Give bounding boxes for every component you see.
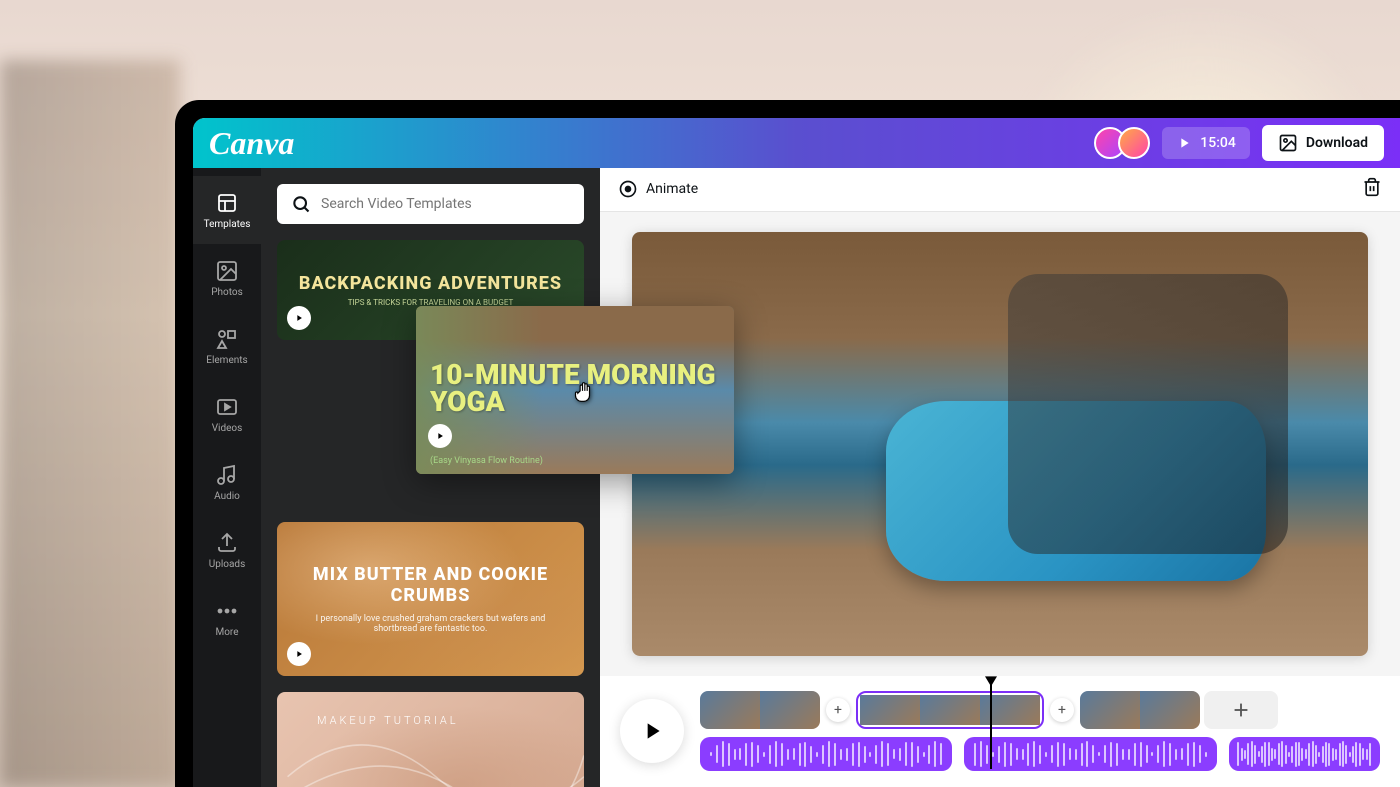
animate-button[interactable]: Animate: [618, 179, 698, 199]
uploads-icon: [215, 531, 239, 555]
delete-button[interactable]: [1362, 177, 1382, 201]
sidebar-item-photos[interactable]: Photos: [193, 244, 261, 312]
audio-track[interactable]: [700, 737, 1380, 771]
sidebar-label: More: [215, 627, 238, 638]
sidebar-item-audio[interactable]: Audio: [193, 448, 261, 516]
add-clip-end-button[interactable]: [1204, 691, 1278, 729]
sidebar-item-more[interactable]: More: [193, 584, 261, 652]
clip-thumbnail[interactable]: [760, 691, 820, 729]
audio-clip[interactable]: [700, 737, 952, 771]
sidebar: Templates Photos Elements Videos Audio Upload…: [193, 168, 261, 787]
grab-cursor-icon: [572, 378, 600, 406]
collaborator-avatars[interactable]: [1094, 127, 1150, 159]
clip-thumbnail[interactable]: [860, 695, 920, 725]
search-box[interactable]: [277, 184, 584, 224]
videos-icon: [215, 395, 239, 419]
brand-logo[interactable]: Canva: [209, 125, 294, 162]
templates-panel: BACKPACKING ADVENTURES TIPS & TRICKS FOR…: [261, 168, 600, 787]
trash-icon: [1362, 177, 1382, 197]
sidebar-item-templates[interactable]: Templates: [193, 176, 261, 244]
template-title: MAKEUP TUTORIAL: [317, 714, 459, 727]
search-input[interactable]: [321, 196, 570, 212]
sidebar-label: Templates: [204, 219, 251, 230]
clip-thumbnail[interactable]: [700, 691, 760, 729]
download-label: Download: [1306, 135, 1368, 151]
audio-icon: [215, 463, 239, 487]
download-button[interactable]: Download: [1262, 125, 1384, 161]
duration-label: 15:04: [1200, 135, 1236, 151]
add-clip-button[interactable]: +: [826, 698, 850, 722]
template-card-makeup[interactable]: MAKEUP TUTORIAL: [277, 692, 584, 787]
timeline: ++: [600, 676, 1400, 787]
sidebar-label: Elements: [206, 355, 247, 366]
clip-thumbnail[interactable]: [1080, 691, 1140, 729]
elements-icon: [215, 327, 239, 351]
photos-icon: [215, 259, 239, 283]
animate-icon: [618, 179, 638, 199]
dragging-template-yoga[interactable]: 10-MINUTE MORNING YOGA (Easy Vinyasa Flo…: [416, 306, 734, 474]
play-icon: [639, 718, 665, 744]
playhead[interactable]: [990, 679, 992, 769]
clip-thumbnail[interactable]: [920, 695, 980, 725]
play-duration-button[interactable]: 15:04: [1162, 127, 1250, 159]
app-screen: Canva 15:04 Download Templates Photos Elem…: [193, 118, 1400, 787]
sidebar-item-elements[interactable]: Elements: [193, 312, 261, 380]
add-clip-button[interactable]: +: [1050, 698, 1074, 722]
editor-toolbar: Animate: [600, 168, 1400, 212]
template-play-icon: [287, 306, 311, 330]
download-icon: [1278, 133, 1298, 153]
preview-frame[interactable]: [632, 232, 1368, 656]
avatar[interactable]: [1118, 127, 1150, 159]
sidebar-label: Uploads: [209, 559, 245, 570]
sidebar-label: Audio: [214, 491, 240, 502]
template-play-icon: [287, 642, 311, 666]
timeline-play-button[interactable]: [620, 699, 684, 763]
topbar: Canva 15:04 Download: [193, 118, 1400, 168]
more-icon: [215, 599, 239, 623]
sidebar-label: Videos: [212, 423, 243, 434]
device-frame: Canva 15:04 Download Templates Photos Elem…: [175, 100, 1400, 787]
sidebar-label: Photos: [211, 287, 243, 298]
template-title: MIX BUTTER AND COOKIE CRUMBS: [297, 564, 564, 606]
clip-thumbnail[interactable]: [980, 695, 1040, 725]
template-subtitle: (Easy Vinyasa Flow Routine): [430, 456, 543, 466]
template-title: BACKPACKING ADVENTURES: [299, 273, 562, 294]
animate-label: Animate: [646, 181, 698, 197]
audio-clip[interactable]: [964, 737, 1216, 771]
plus-icon: [1230, 699, 1252, 721]
canvas-area: Animate ++: [600, 168, 1400, 787]
template-card-cookie[interactable]: MIX BUTTER AND COOKIE CRUMBS I personall…: [277, 522, 584, 676]
search-icon: [291, 194, 311, 214]
play-icon: [1176, 135, 1192, 151]
sidebar-item-videos[interactable]: Videos: [193, 380, 261, 448]
sidebar-item-uploads[interactable]: Uploads: [193, 516, 261, 584]
template-subtitle: I personally love crushed graham cracker…: [297, 614, 564, 634]
audio-clip[interactable]: [1229, 737, 1380, 771]
clip-group[interactable]: [856, 691, 1044, 729]
clip-group[interactable]: [1080, 691, 1200, 729]
template-play-icon: [428, 424, 452, 448]
templates-icon: [215, 191, 239, 215]
video-track[interactable]: ++: [700, 691, 1380, 729]
clip-thumbnail[interactable]: [1140, 691, 1200, 729]
clip-group[interactable]: [700, 691, 820, 729]
